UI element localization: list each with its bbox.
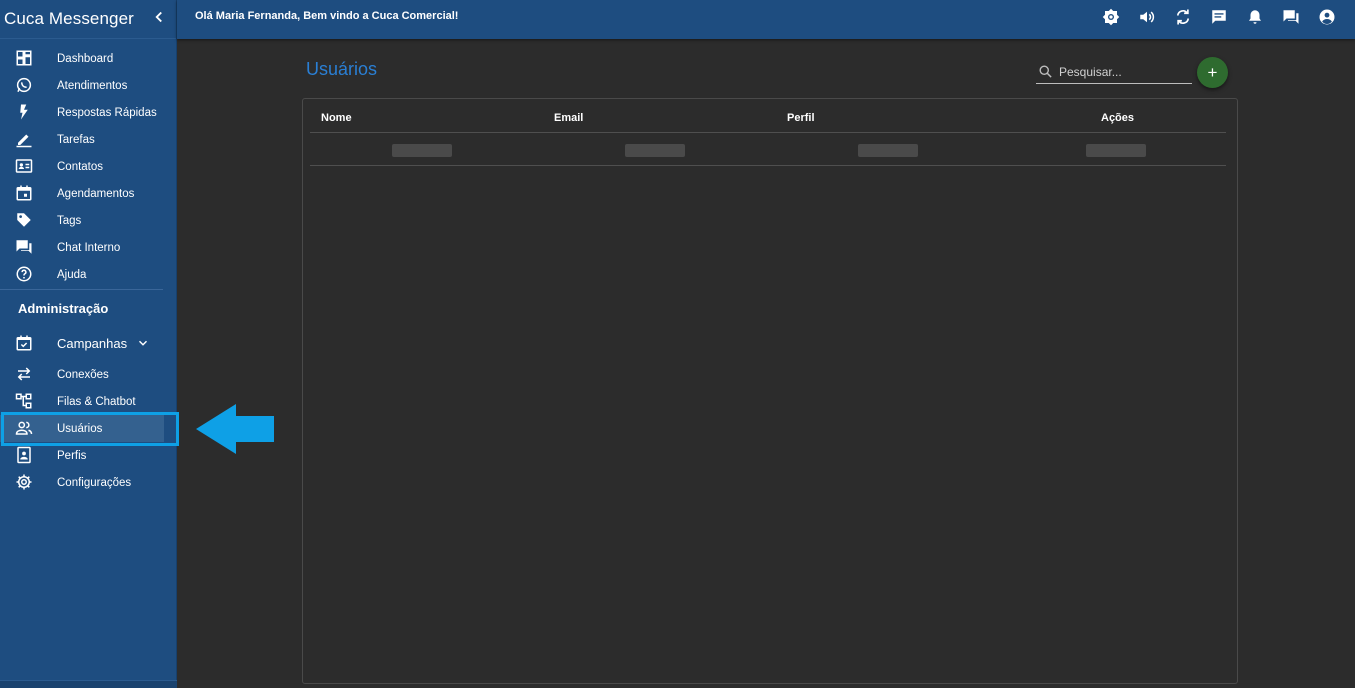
- bell-icon[interactable]: [1246, 8, 1264, 26]
- sidebar-item-label: Dashboard: [57, 52, 114, 65]
- tag-icon: [17, 213, 31, 227]
- loading-skeleton: [858, 144, 918, 157]
- forum-icon[interactable]: [1282, 8, 1300, 26]
- calendar-icon: [16, 185, 32, 201]
- pencil-icon: [16, 134, 32, 148]
- row-divider: [310, 165, 1226, 166]
- sidebar-item-campanhas[interactable]: Campanhas: [0, 330, 177, 357]
- users-table: Nome Email Perfil Ações: [302, 98, 1238, 684]
- sidebar-item-label: Contatos: [57, 160, 104, 173]
- highlight-box: [1, 412, 179, 446]
- sidebar-item-label: Conexões: [57, 368, 109, 381]
- loading-skeleton: [1086, 144, 1146, 157]
- sidebar-item-label: Configurações: [57, 476, 132, 489]
- search-icon: [1039, 65, 1052, 78]
- welcome-message: Olá Maria Fernanda, Bem vindo a Cuca Com…: [195, 10, 459, 22]
- sidebar-item-atendimentos[interactable]: Atendimentos: [0, 72, 177, 99]
- sidebar-footer: [0, 680, 177, 688]
- sidebar-item-conexoes[interactable]: Conexões: [0, 361, 177, 388]
- header-divider: [310, 132, 1226, 133]
- sidebar-item-tarefas[interactable]: Tarefas: [0, 126, 177, 153]
- sidebar-item-tags[interactable]: Tags: [0, 207, 177, 234]
- sidebar-item-label: Tarefas: [57, 133, 95, 146]
- column-header-nome: Nome: [321, 112, 352, 124]
- column-header-email: Email: [554, 112, 584, 124]
- sidebar: Cuca Messenger Dashboard Atendimentos Re…: [0, 0, 177, 688]
- account-circle-icon[interactable]: [1318, 8, 1336, 26]
- sidebar-item-ajuda[interactable]: Ajuda: [0, 261, 177, 288]
- add-user-button[interactable]: +: [1197, 57, 1228, 88]
- sidebar-item-dashboard[interactable]: Dashboard: [0, 45, 177, 72]
- sidebar-item-perfis[interactable]: Perfis: [0, 442, 177, 469]
- swap-arrows-icon: [17, 367, 31, 381]
- sidebar-item-filas-chatbot[interactable]: Filas & Chatbot: [0, 388, 177, 415]
- loading-skeleton: [392, 144, 452, 157]
- add-icon: +: [1207, 62, 1218, 82]
- sidebar-item-label: Respostas Rápidas: [57, 106, 157, 119]
- sidebar-item-label: Campanhas: [57, 336, 128, 351]
- sidebar-item-label: Chat Interno: [57, 241, 121, 254]
- sidebar-item-respostas-rapidas[interactable]: Respostas Rápidas: [0, 99, 177, 126]
- sidebar-item-contatos[interactable]: Contatos: [0, 153, 177, 180]
- sidebar-item-chat-interno[interactable]: Chat Interno: [0, 234, 177, 261]
- brightness-icon[interactable]: [1102, 8, 1120, 26]
- dashboard-icon: [16, 50, 32, 66]
- sidebar-divider: [0, 289, 163, 290]
- sidebar-item-configuracoes[interactable]: Configurações: [0, 469, 177, 496]
- refresh-icon[interactable]: [1174, 8, 1192, 26]
- badge-icon: [17, 446, 31, 464]
- calendar-check-icon: [16, 335, 32, 351]
- section-title-admin: Administração: [18, 301, 109, 316]
- volume-icon[interactable]: [1138, 8, 1156, 26]
- chevron-left-icon[interactable]: [150, 8, 168, 26]
- sidebar-item-label: Atendimentos: [57, 79, 128, 92]
- search-field: [1036, 60, 1192, 84]
- help-icon: [16, 266, 32, 282]
- chevron-down-icon[interactable]: [136, 336, 150, 350]
- search-input[interactable]: [1059, 63, 1189, 81]
- sidebar-item-label: Agendamentos: [57, 187, 135, 200]
- sidebar-item-agendamentos[interactable]: Agendamentos: [0, 180, 177, 207]
- gear-icon: [16, 474, 32, 490]
- column-header-acoes: Ações: [1101, 112, 1135, 124]
- message-icon[interactable]: [1210, 8, 1228, 26]
- sidebar-item-label: Tags: [57, 214, 82, 227]
- sidebar-item-label: Ajuda: [57, 268, 87, 281]
- whatsapp-icon: [16, 77, 32, 93]
- app-title: Cuca Messenger: [4, 9, 134, 28]
- chat-icon: [16, 240, 32, 254]
- flow-chart-icon: [15, 393, 32, 409]
- sidebar-item-label: Filas & Chatbot: [57, 395, 136, 408]
- column-header-perfil: Perfil: [787, 112, 815, 124]
- arrow-left-icon: [196, 404, 274, 454]
- topbar: Olá Maria Fernanda, Bem vindo a Cuca Com…: [177, 0, 1355, 39]
- sidebar-item-label: Perfis: [57, 449, 87, 462]
- lightning-icon: [20, 104, 28, 120]
- page-title: Usuários: [306, 59, 378, 79]
- contact-card-icon: [15, 159, 33, 173]
- loading-skeleton: [625, 144, 685, 157]
